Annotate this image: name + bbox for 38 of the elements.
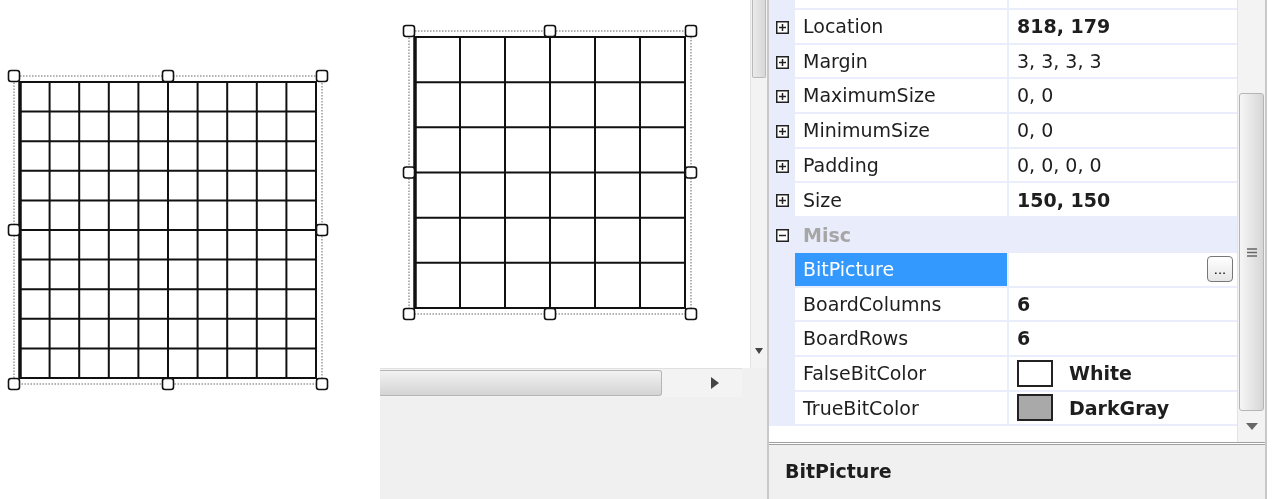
property-value: White: [1069, 360, 1132, 386]
scrollbar-thumb[interactable]: [752, 0, 766, 78]
property-name[interactable]: MaximumSize: [795, 79, 1009, 115]
browse-button[interactable]: ...: [1207, 256, 1233, 283]
property-value: 0, 0, 0, 0: [1017, 152, 1102, 178]
scroll-down-arrow-icon[interactable]: [755, 348, 763, 354]
property-value: 150, 150: [1017, 187, 1111, 213]
collapse-icon[interactable]: [775, 228, 789, 242]
property-name[interactable]: BoardRows: [795, 322, 1009, 357]
grip-icon: [1247, 247, 1257, 257]
property-name[interactable]: BoardColumns: [795, 287, 1009, 323]
scroll-down-arrow-icon[interactable]: [1245, 423, 1258, 430]
scrollbar-thumb[interactable]: [1239, 93, 1264, 411]
expand-icon[interactable]: [775, 194, 789, 208]
description-title: BitPicture: [784, 459, 893, 484]
expand-icon[interactable]: [775, 124, 789, 138]
property-value: 3, 3, 3, 3: [1017, 48, 1102, 74]
category-label: Misc: [802, 223, 852, 249]
expand-icon[interactable]: [775, 159, 789, 173]
expand-icon[interactable]: [775, 90, 789, 104]
property-value: 0, 0: [1017, 118, 1054, 144]
property-name[interactable]: Margin: [795, 44, 1009, 80]
property-value: 818, 179: [1017, 14, 1111, 40]
property-name[interactable]: Location: [795, 10, 1009, 45]
scrollbar-thumb[interactable]: [380, 370, 662, 396]
property-name[interactable]: FalseBitColor: [795, 356, 1009, 392]
scroll-right-arrow-icon[interactable]: [711, 377, 719, 389]
property-name[interactable]: TrueBitColor: [795, 391, 1009, 427]
property-value: 0, 0: [1017, 83, 1054, 109]
property-value: 6: [1017, 326, 1031, 352]
property-name[interactable]: Padding: [795, 148, 1009, 184]
expand-icon[interactable]: [775, 20, 789, 34]
property-name[interactable]: MinimumSize: [795, 114, 1009, 149]
property-value: DarkGray: [1069, 395, 1170, 421]
property-value: 6: [1017, 291, 1031, 317]
grid-control-drawing[interactable]: [402, 24, 698, 321]
grid-control-drawing[interactable]: [7, 69, 329, 391]
expand-icon[interactable]: [775, 55, 789, 69]
